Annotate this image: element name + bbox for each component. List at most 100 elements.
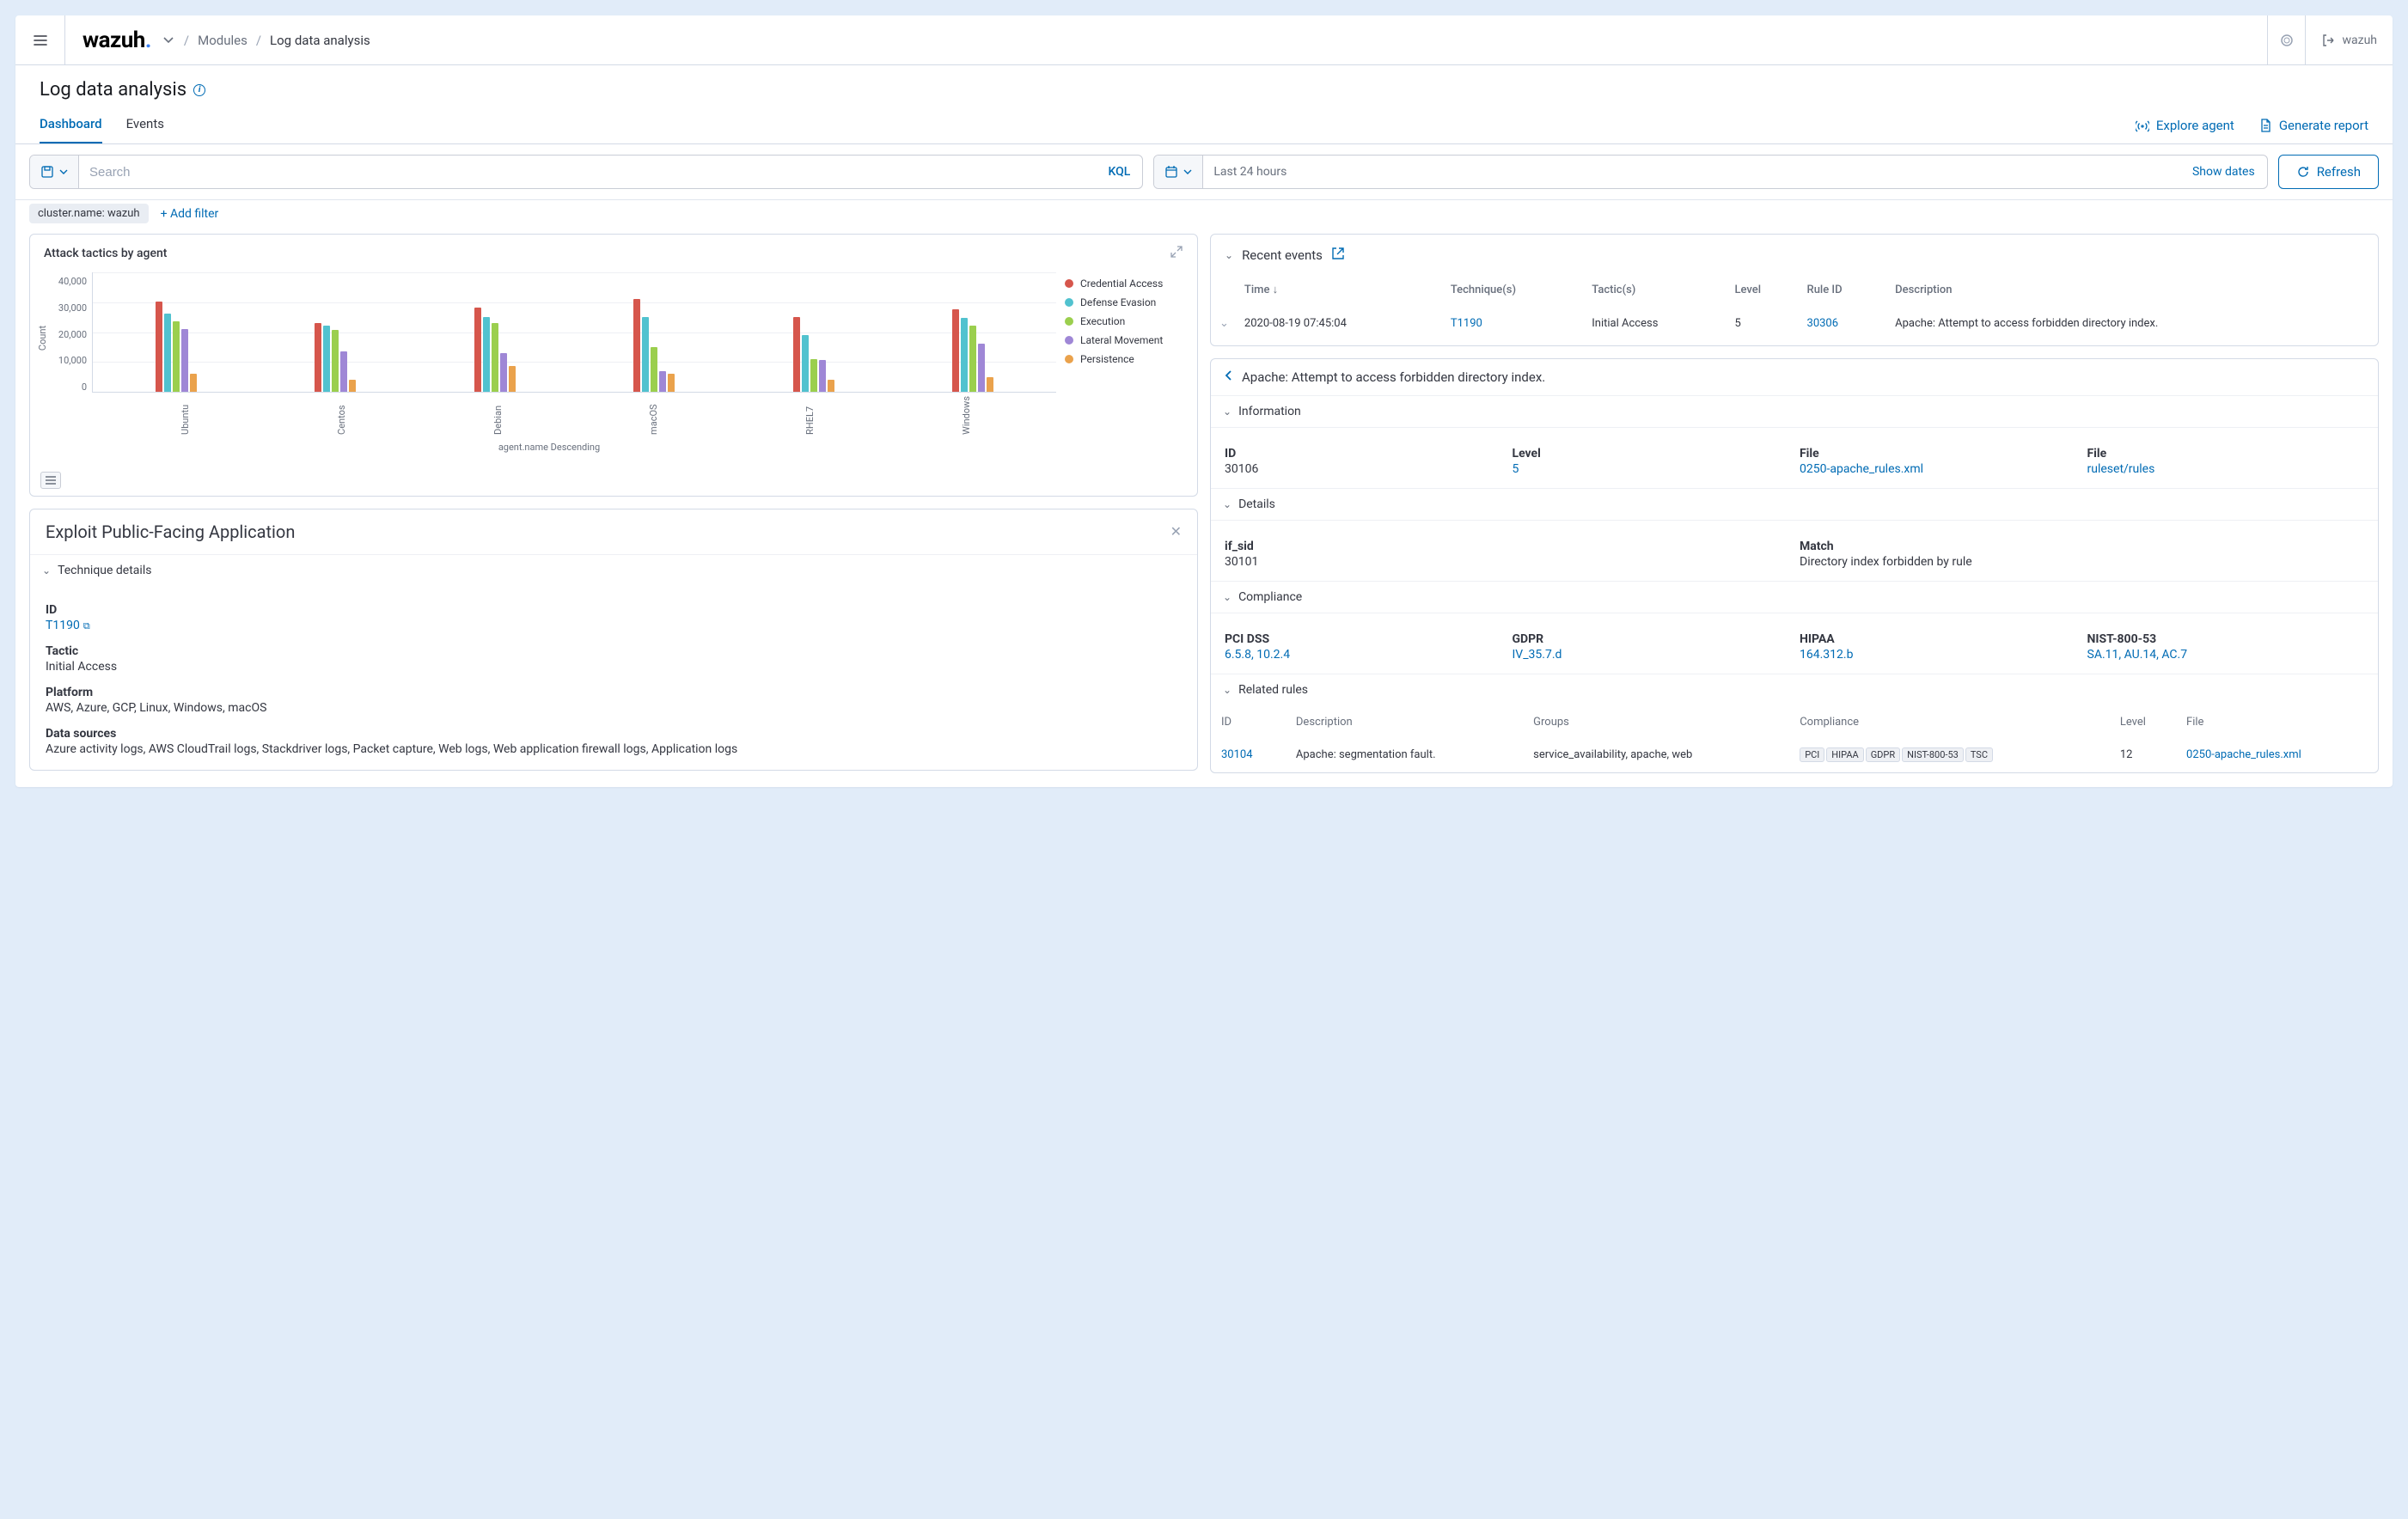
- accordion-information[interactable]: ⌄ Information: [1211, 395, 2378, 427]
- accordion-compliance[interactable]: ⌄ Compliance: [1211, 581, 2378, 613]
- date-quick-button[interactable]: [1154, 156, 1203, 188]
- rel-col-level[interactable]: Level: [2112, 707, 2176, 737]
- generate-report-button[interactable]: Generate report: [2258, 118, 2368, 133]
- label-rule-path: File: [2087, 447, 2365, 461]
- col-time[interactable]: Time ↓: [1238, 278, 1442, 302]
- calendar-icon: [1164, 165, 1178, 179]
- rel-col-id[interactable]: ID: [1213, 707, 1286, 737]
- search-input[interactable]: [79, 156, 1097, 188]
- page-title: Log data analysis i: [40, 79, 2368, 101]
- chevron-down-icon: ⌄: [42, 564, 51, 576]
- chevron-down-icon: ⌄: [1223, 684, 1232, 696]
- rel-level: 12: [2112, 739, 2176, 771]
- value-match: Directory index forbidden by rule: [1800, 555, 2364, 569]
- chart-view-table-button[interactable]: [40, 472, 61, 489]
- table-row[interactable]: ⌄ 2020-08-19 07:45:04 T1190 Initial Acce…: [1213, 303, 2376, 344]
- col-technique[interactable]: Technique(s): [1444, 278, 1583, 302]
- x-axis-categories: UbuntuCentosDebianmacOSRHEL7Windows: [42, 393, 1056, 435]
- cell-technique[interactable]: T1190: [1451, 317, 1482, 330]
- refresh-button[interactable]: Refresh: [2278, 155, 2379, 189]
- menu-toggle[interactable]: [15, 15, 65, 64]
- chevron-down-icon[interactable]: ⌄: [1225, 249, 1233, 261]
- value-tactic: Initial Access: [46, 660, 1182, 674]
- value-rule-level[interactable]: 5: [1513, 462, 1790, 476]
- date-range-value[interactable]: Last 24 hours: [1203, 156, 2180, 188]
- exploit-panel: Exploit Public-Facing Application ✕ ⌄ Te…: [29, 509, 1198, 771]
- breadcrumb-modules[interactable]: Modules: [198, 33, 248, 48]
- tab-events[interactable]: Events: [126, 116, 164, 143]
- legend-item[interactable]: Lateral Movement: [1065, 334, 1185, 346]
- external-link-icon: [1331, 247, 1345, 260]
- breadcrumb: / Modules / Log data analysis: [162, 33, 370, 48]
- chevron-down-icon: [59, 168, 68, 176]
- value-nist[interactable]: SA.11, AU.14, AC.7: [2087, 648, 2365, 662]
- rel-file[interactable]: 0250-apache_rules.xml: [2186, 748, 2301, 761]
- show-dates-button[interactable]: Show dates: [2180, 156, 2267, 188]
- legend-item[interactable]: Persistence: [1065, 353, 1185, 365]
- filter-chip[interactable]: cluster.name: wazuh: [29, 204, 149, 223]
- rel-compliance: PCIHIPAAGDPRNIST-800-53TSC: [1791, 739, 2110, 771]
- breadcrumb-sep: /: [184, 33, 189, 48]
- rel-col-desc[interactable]: Description: [1287, 707, 1523, 737]
- tenant-switcher[interactable]: wazuh: [2305, 15, 2393, 64]
- value-rule-id: 30106: [1225, 462, 1502, 476]
- cell-rule-id[interactable]: 30306: [1807, 317, 1839, 330]
- col-tactic[interactable]: Tactic(s): [1585, 278, 1726, 302]
- rel-id[interactable]: 30104: [1221, 748, 1253, 761]
- value-rule-path[interactable]: ruleset/rules: [2087, 462, 2365, 476]
- row-expand[interactable]: ⌄: [1213, 303, 1236, 344]
- col-rule-id[interactable]: Rule ID: [1800, 278, 1887, 302]
- chart-legend: Credential Access Defense Evasion Executio…: [1065, 272, 1185, 456]
- tenant-name: wazuh: [2342, 34, 2377, 47]
- info-icon[interactable]: i: [193, 84, 205, 96]
- rule-detail-panel: Apache: Attempt to access forbidden dire…: [1210, 358, 2379, 773]
- sort-down-icon: ↓: [1273, 284, 1279, 296]
- tab-dashboard[interactable]: Dashboard: [40, 116, 102, 143]
- col-description[interactable]: Description: [1888, 278, 2376, 302]
- label-ifsid: if_sid: [1225, 540, 1789, 553]
- rel-col-compliance[interactable]: Compliance: [1791, 707, 2110, 737]
- kql-toggle[interactable]: KQL: [1097, 156, 1143, 188]
- rel-col-file[interactable]: File: [2178, 707, 2376, 737]
- bar-chart: [92, 272, 1056, 393]
- spinner-icon: [2280, 34, 2294, 47]
- cell-time: 2020-08-19 07:45:04: [1238, 303, 1442, 344]
- label-nist: NIST-800-53: [2087, 632, 2365, 646]
- recent-events-panel: ⌄ Recent events Time ↓ Technique(s) Tact…: [1210, 234, 2379, 346]
- table-row[interactable]: 30104 Apache: segmentation fault. servic…: [1213, 739, 2376, 771]
- loading-indicator[interactable]: [2267, 15, 2305, 64]
- value-gdpr[interactable]: IV_35.7.d: [1513, 648, 1790, 662]
- rel-col-groups[interactable]: Groups: [1525, 707, 1789, 737]
- external-link-icon: ⧉: [83, 620, 90, 632]
- saved-query-button[interactable]: [30, 156, 79, 188]
- back-button[interactable]: [1225, 369, 1233, 385]
- cell-level: 5: [1727, 303, 1798, 344]
- value-hipaa[interactable]: 164.312.b: [1800, 648, 2077, 662]
- value-rule-file[interactable]: 0250-apache_rules.xml: [1800, 462, 2077, 476]
- expand-icon[interactable]: [1170, 245, 1183, 262]
- value-pci[interactable]: 6.5.8, 10.2.4: [1225, 648, 1502, 662]
- x-axis-label: agent.name Descending: [42, 435, 1056, 456]
- compliance-badge: GDPR: [1866, 747, 1900, 762]
- breadcrumb-chevron-icon[interactable]: [162, 34, 175, 47]
- accordion-related-rules[interactable]: ⌄ Related rules: [1211, 674, 2378, 705]
- value-ifsid: 30101: [1225, 555, 1789, 569]
- open-recent-external[interactable]: [1331, 247, 1345, 264]
- label-rule-file: File: [1800, 447, 2077, 461]
- legend-item[interactable]: Defense Evasion: [1065, 296, 1185, 308]
- explore-agent-button[interactable]: Explore agent: [2136, 118, 2234, 133]
- technique-id-link[interactable]: T1190⧉: [46, 619, 90, 632]
- close-icon[interactable]: ✕: [1170, 523, 1182, 540]
- label-data-sources: Data sources: [46, 727, 1182, 741]
- col-level[interactable]: Level: [1727, 278, 1798, 302]
- value-platform: AWS, Azure, GCP, Linux, Windows, macOS: [46, 701, 1182, 715]
- legend-item[interactable]: Execution: [1065, 315, 1185, 327]
- document-icon: [2258, 119, 2272, 132]
- add-filter-button[interactable]: + Add filter: [161, 207, 219, 221]
- legend-item[interactable]: Credential Access: [1065, 278, 1185, 290]
- recent-events-title: Recent events: [1242, 247, 1323, 263]
- accordion-technique-details[interactable]: ⌄ Technique details: [30, 554, 1197, 586]
- compliance-badge: TSC: [1965, 747, 1993, 762]
- rel-desc: Apache: segmentation fault.: [1287, 739, 1523, 771]
- accordion-details[interactable]: ⌄ Details: [1211, 488, 2378, 520]
